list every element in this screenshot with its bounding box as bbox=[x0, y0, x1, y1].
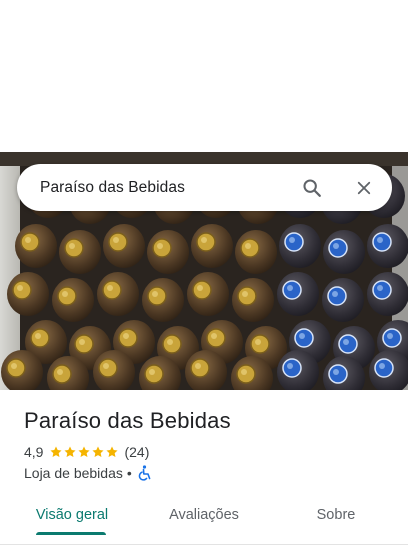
bottle-cap-shine bbox=[387, 333, 393, 339]
bottle-cap-shine bbox=[211, 333, 217, 339]
bottle-cap-shine bbox=[113, 237, 119, 243]
tab-about[interactable]: Sobre bbox=[292, 495, 380, 535]
star-icon bbox=[92, 446, 105, 458]
bottle-cap-shine bbox=[17, 285, 23, 291]
star-rating bbox=[49, 445, 119, 459]
search-icon[interactable] bbox=[292, 168, 332, 208]
bottle-cap-shine bbox=[11, 363, 17, 369]
bottle-cap-shine bbox=[149, 369, 155, 375]
bottle-cap-shine bbox=[79, 339, 85, 345]
rating-value: 4,9 bbox=[24, 444, 44, 460]
bottle-cap-shine bbox=[201, 237, 207, 243]
bottle-cap-shine bbox=[157, 243, 163, 249]
bottle-cap-shine bbox=[195, 363, 201, 369]
bottle-cap-shine bbox=[333, 369, 339, 375]
bottle-cap-shine bbox=[333, 243, 339, 249]
bottle-cap-shine bbox=[379, 363, 385, 369]
bottle-cap-shine bbox=[287, 285, 293, 291]
tab-bar: Visão geral Avaliações Sobre bbox=[0, 495, 408, 545]
bottle-cap-shine bbox=[57, 369, 63, 375]
rating-row[interactable]: 4,9 (24) bbox=[24, 444, 149, 460]
search-query[interactable]: Paraíso das Bebidas bbox=[40, 179, 292, 197]
active-tab-indicator bbox=[36, 532, 106, 535]
bottle-cap-shine bbox=[332, 291, 338, 297]
close-icon[interactable] bbox=[344, 168, 384, 208]
bottle-cap-shine bbox=[103, 363, 109, 369]
bottle-cap-shine bbox=[242, 291, 248, 297]
star-icon bbox=[78, 446, 91, 458]
star-icon bbox=[50, 446, 63, 458]
bottle-cap-shine bbox=[152, 291, 158, 297]
bottle-cap-shine bbox=[255, 339, 261, 345]
tab-overview[interactable]: Visão geral bbox=[26, 495, 118, 535]
bottle-cap-shine bbox=[167, 339, 173, 345]
place-title: Paraíso das Bebidas bbox=[24, 408, 231, 433]
wheelchair-icon bbox=[138, 465, 152, 481]
bottle-cap-shine bbox=[107, 285, 113, 291]
star-icon bbox=[64, 446, 77, 458]
bottle-cap-shine bbox=[62, 291, 68, 297]
bottle-cap-shine bbox=[299, 333, 305, 339]
bottle-cap-shine bbox=[35, 333, 41, 339]
bottle-cap-shine bbox=[197, 285, 203, 291]
separator-dot: • bbox=[126, 465, 132, 481]
bottle-cap-shine bbox=[241, 369, 247, 375]
review-count[interactable]: (24) bbox=[124, 444, 149, 460]
category-row: Loja de bebidas • bbox=[24, 465, 152, 481]
tab-reviews[interactable]: Avaliações bbox=[158, 495, 250, 535]
blank-area bbox=[0, 0, 408, 152]
bottle-cap-shine bbox=[377, 237, 383, 243]
place-category: Loja de bebidas bbox=[24, 465, 123, 481]
bottle-cap-shine bbox=[123, 333, 129, 339]
bottle-cap-shine bbox=[289, 237, 295, 243]
bottle-cap-shine bbox=[25, 237, 31, 243]
bottle-cap-shine bbox=[287, 363, 293, 369]
search-bar[interactable]: Paraíso das Bebidas bbox=[17, 164, 392, 211]
star-icon bbox=[106, 446, 119, 458]
bottle-cap-shine bbox=[69, 243, 75, 249]
bottle-cap-shine bbox=[377, 285, 383, 291]
bottle-cap-shine bbox=[343, 339, 349, 345]
bottle-cap-shine bbox=[245, 243, 251, 249]
